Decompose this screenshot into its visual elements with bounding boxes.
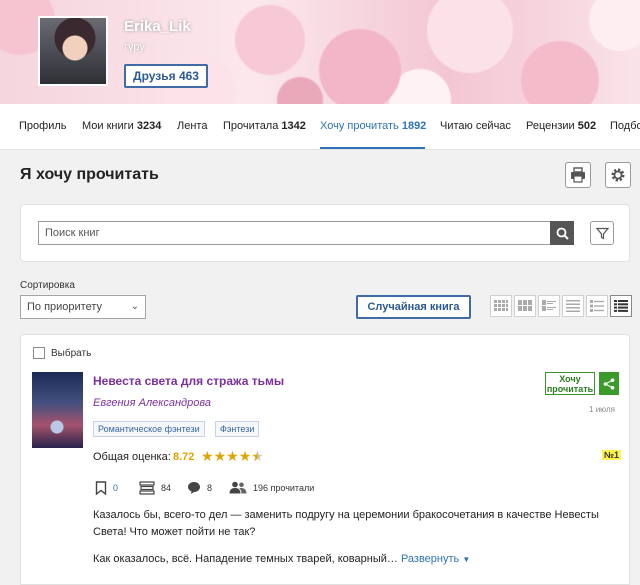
search-icon [556, 227, 569, 240]
grid-icon [518, 300, 532, 311]
filter-icon [595, 227, 609, 239]
tab-read[interactable]: Прочитала 1342 [223, 120, 306, 132]
star-icon: ★ [201, 448, 214, 464]
tab-reviews[interactable]: Рецензии 502 [526, 120, 596, 132]
shelves-stat[interactable]: 84 [139, 481, 171, 495]
page-title: Я хочу прочитать [20, 166, 159, 183]
view-grid-button[interactable] [514, 295, 536, 317]
grid-large-icon [494, 300, 508, 311]
view-tiles-button[interactable] [538, 295, 560, 317]
book-description-more: Как оказалось, всё. Нападение темных тва… [93, 553, 471, 565]
print-button[interactable] [565, 162, 591, 188]
random-book-button[interactable]: Случайная книга [356, 295, 471, 319]
comment-icon [188, 482, 200, 494]
avatar[interactable] [38, 16, 108, 86]
tab-profile[interactable]: Профиль [19, 120, 67, 132]
username[interactable]: Erika_Lik [124, 18, 191, 35]
profile-tabs: Профиль Мои книги 3234 Лента Прочитала 1… [0, 104, 640, 150]
view-list-detailed-button[interactable] [610, 295, 632, 317]
comments-stat[interactable]: 8 [187, 481, 212, 495]
tab-selections[interactable]: Подбо [610, 120, 640, 132]
tab-my-books[interactable]: Мои книги 3234 [82, 120, 161, 132]
rating-stars: ★★★★★ [201, 448, 264, 465]
book-card: Выбрать Невеста света для стража тьмы Ев… [20, 334, 630, 585]
caret-down-icon: ▼ [462, 555, 471, 564]
rating-value: 8.72 [173, 451, 195, 463]
want-to-read-button[interactable]: Хочу прочитать [545, 372, 595, 395]
search-input[interactable] [38, 221, 550, 245]
view-list-compact-button[interactable] [586, 295, 608, 317]
star-icon: ★ [238, 448, 252, 464]
search-button[interactable] [550, 221, 574, 245]
printer-icon [571, 167, 585, 183]
added-date: 1 июля [589, 405, 615, 414]
genre-tag[interactable]: Фэнтези [215, 421, 260, 437]
list-lines-icon [566, 300, 580, 312]
friends-button[interactable]: Друзья 463 [124, 64, 208, 88]
tiles-icon [542, 300, 556, 311]
search-panel [20, 204, 630, 262]
view-list-simple-button[interactable] [562, 295, 584, 317]
tab-reading-now[interactable]: Читаю сейчас [440, 120, 511, 132]
priority-badge: №1 [602, 450, 622, 460]
view-grid-large-button[interactable] [490, 295, 512, 317]
bookmark-icon [95, 481, 107, 495]
list-detailed-icon [614, 300, 628, 312]
settings-button[interactable] [605, 162, 631, 188]
book-cover[interactable] [32, 372, 83, 448]
users-icon [229, 481, 247, 494]
book-title[interactable]: Невеста света для стража тьмы [93, 374, 284, 388]
readers-stat[interactable]: 196 прочитали [229, 481, 314, 494]
star-icon: ★ [226, 448, 239, 464]
share-icon [603, 377, 615, 390]
books-stack-icon [139, 481, 155, 495]
bookmark-stat[interactable]: 0 [95, 481, 118, 495]
rating-label: Общая оценка: [93, 451, 171, 463]
star-icon: ★ [213, 448, 227, 464]
genre-tag[interactable]: Романтическое фэнтези [93, 421, 205, 437]
book-author[interactable]: Евгения Александрова [93, 397, 211, 409]
select-label[interactable]: Выбрать [51, 348, 91, 359]
filter-button[interactable] [590, 221, 614, 245]
select-checkbox[interactable] [33, 347, 45, 359]
sort-select[interactable]: По приоритету ⌄ [20, 295, 146, 319]
star-half-icon: ★ [251, 448, 264, 464]
share-button[interactable] [599, 372, 619, 395]
expand-link[interactable]: Развернуть ▼ [401, 553, 470, 565]
user-rank: гуру [124, 41, 145, 53]
gear-icon [611, 168, 625, 182]
tab-want-to-read[interactable]: Хочу прочитать 1892 [320, 120, 426, 132]
sort-label: Сортировка [20, 280, 75, 291]
active-tab-indicator [320, 147, 425, 149]
chevron-down-icon: ⌄ [130, 301, 139, 312]
tab-feed[interactable]: Лента [177, 120, 207, 132]
book-description: Казалось бы, всего-то дел — заменить под… [93, 509, 599, 538]
list-compact-icon [590, 300, 604, 312]
